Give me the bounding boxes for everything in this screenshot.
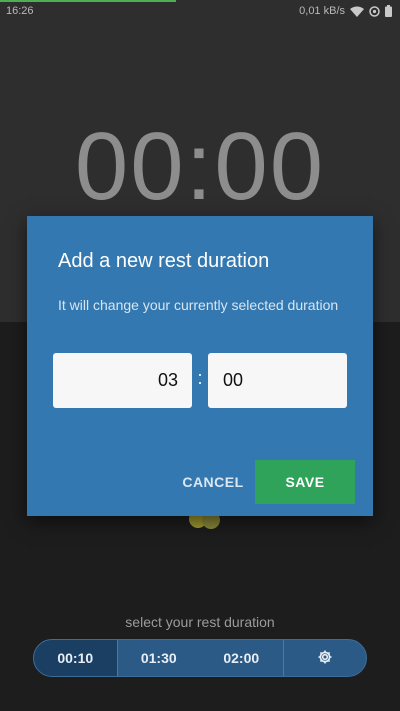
- save-button[interactable]: SAVE: [255, 460, 355, 504]
- add-rest-duration-dialog: Add a new rest duration It will change y…: [27, 216, 373, 516]
- seconds-input[interactable]: 00: [208, 353, 347, 408]
- dialog-message: It will change your currently selected d…: [58, 297, 339, 313]
- cancel-button[interactable]: CANCEL: [165, 460, 261, 504]
- minutes-input[interactable]: 03: [53, 353, 192, 408]
- dialog-title: Add a new rest duration: [58, 250, 270, 272]
- time-separator: :: [197, 368, 203, 388]
